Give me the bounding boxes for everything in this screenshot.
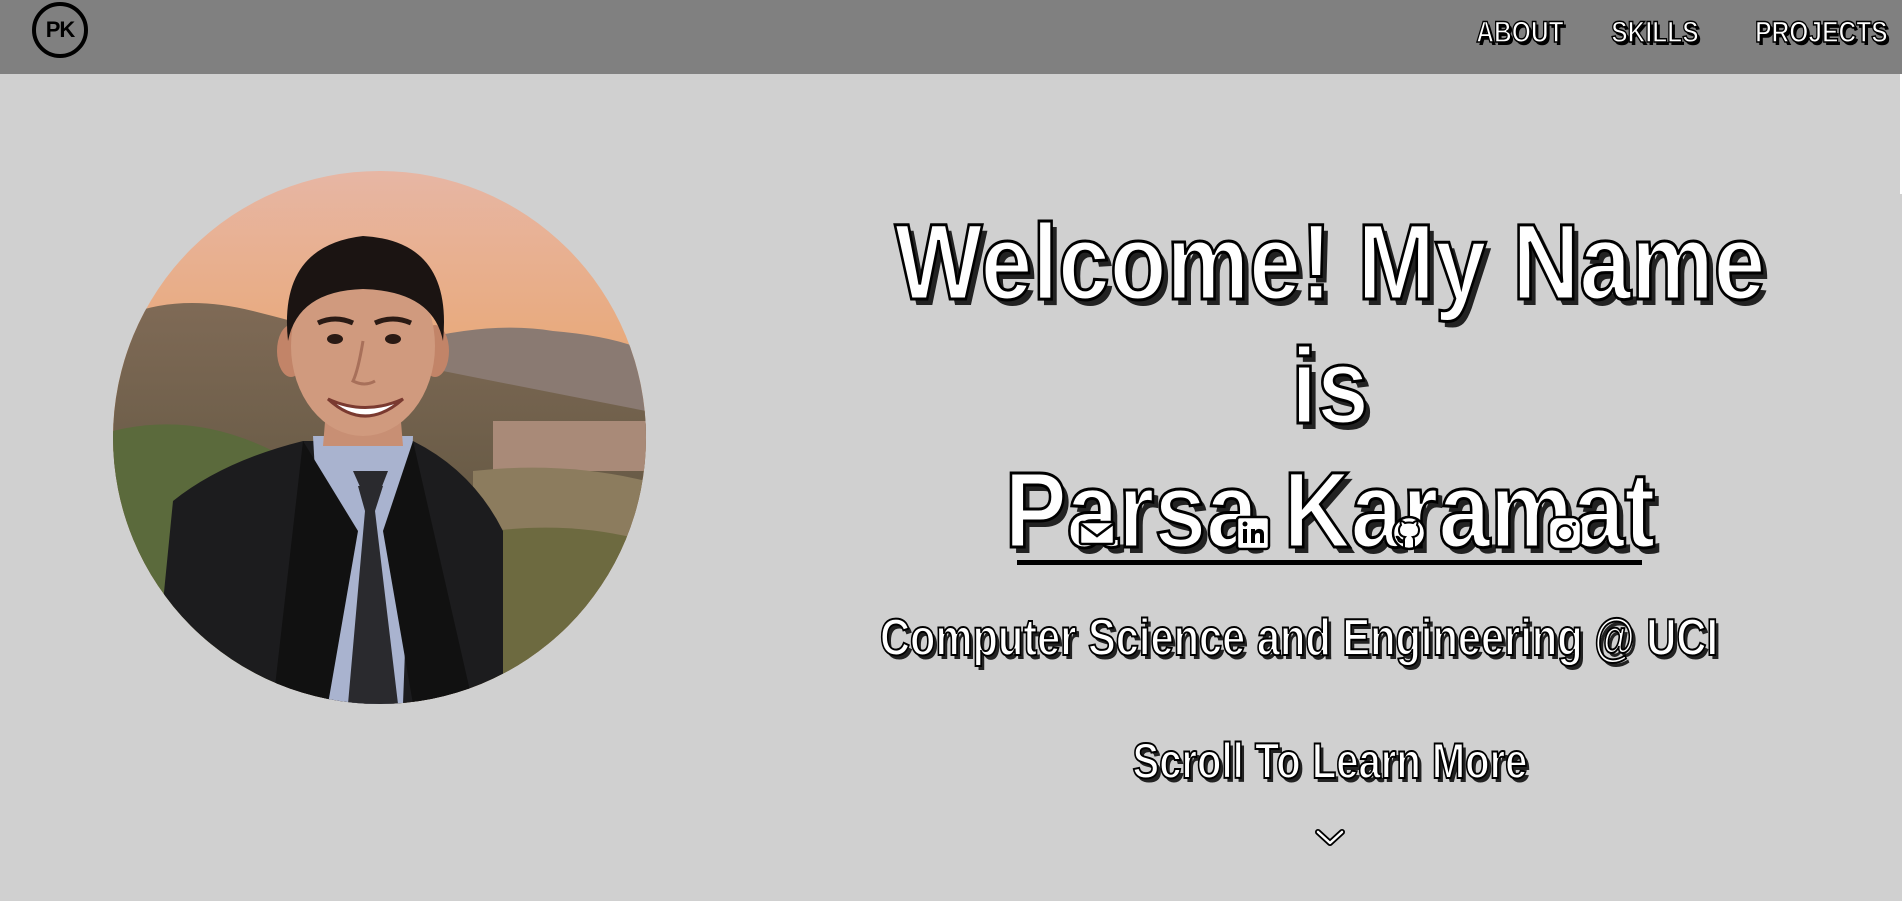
github-icon[interactable] xyxy=(1389,513,1429,553)
social-links xyxy=(1017,508,1642,565)
navbar: PK ABOUT SKILLS PROJECTS xyxy=(0,0,1902,74)
chevron-down-icon[interactable] xyxy=(1315,826,1345,848)
nav-link-about[interactable]: ABOUT xyxy=(1476,15,1565,50)
nav-link-projects[interactable]: PROJECTS xyxy=(1755,15,1889,50)
nav-links: ABOUT SKILLS PROJECTS xyxy=(1457,15,1889,50)
logo[interactable]: PK xyxy=(32,2,88,58)
logo-text: PK xyxy=(45,17,76,42)
headline-line-1: Welcome! My Name is xyxy=(893,200,1766,448)
profile-photo xyxy=(113,171,646,704)
instagram-icon[interactable] xyxy=(1545,513,1585,553)
scroll-prompt: Scroll To Learn More xyxy=(1132,732,1528,790)
subtitle-text: Computer Science and Engineering @ UCI xyxy=(879,608,1719,668)
mail-icon[interactable] xyxy=(1077,513,1117,553)
subtitle: Computer Science and Engineering @ UCI xyxy=(870,608,1800,668)
linkedin-icon[interactable] xyxy=(1233,513,1273,553)
nav-link-skills[interactable]: SKILLS xyxy=(1610,15,1699,50)
